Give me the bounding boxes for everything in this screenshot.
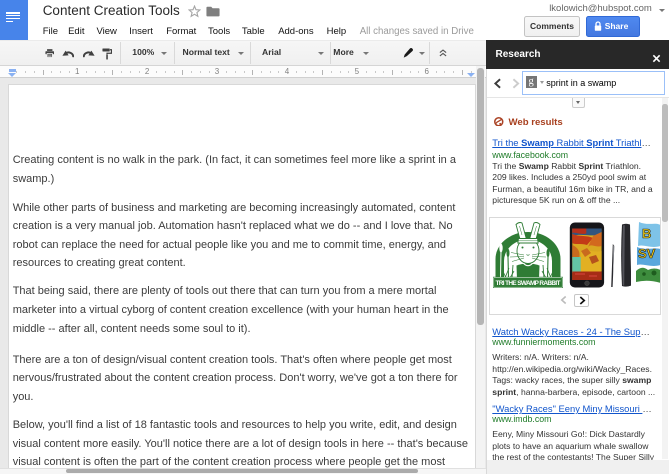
svg-text:B: B: [642, 226, 651, 241]
svg-text:SV: SV: [638, 246, 656, 261]
svg-text:TRI THE SWAMP RABBIT: TRI THE SWAMP RABBIT: [495, 280, 560, 287]
